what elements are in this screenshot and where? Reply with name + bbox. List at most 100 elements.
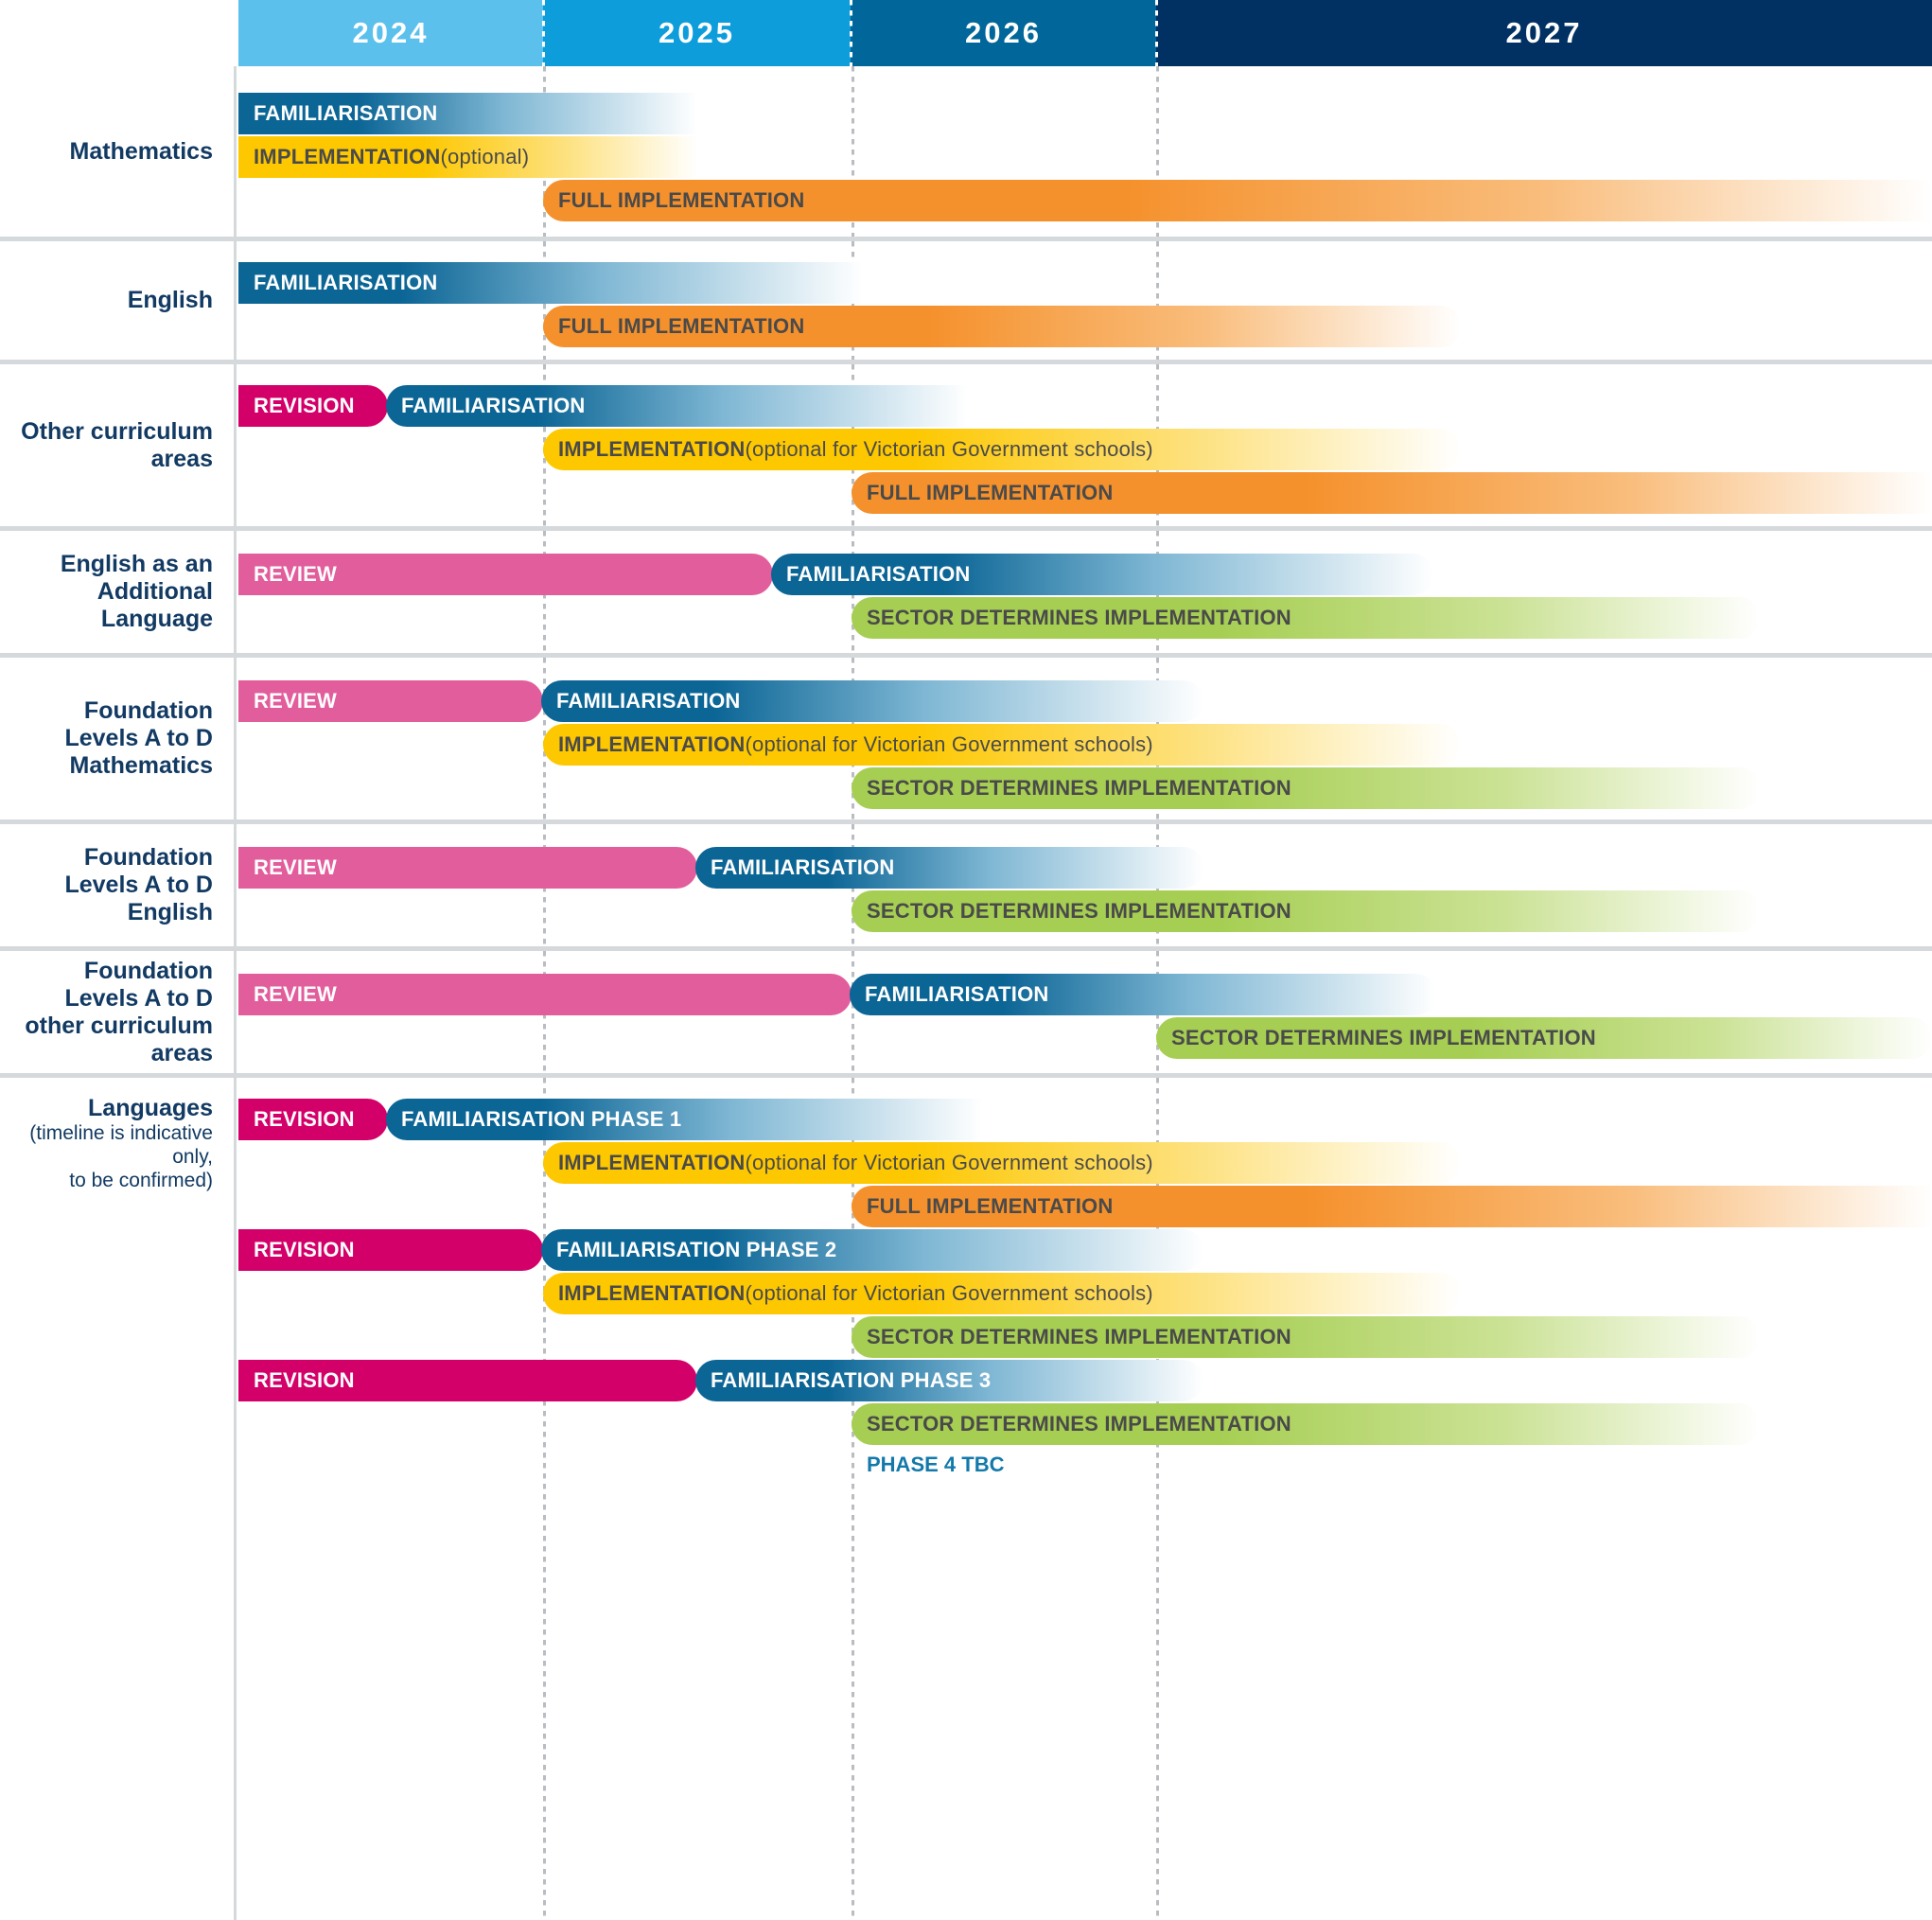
year-divider-header: [542, 0, 545, 66]
timeline-bar-label: FAMILIARISATION PHASE 1: [401, 1107, 682, 1131]
timeline-bar-label-note: (optional for Victorian Government schoo…: [745, 1281, 1153, 1305]
row-track: REVIEW FAMILIARISATION IMPLEMENTATION (opt…: [238, 658, 1932, 819]
timeline-bar-label: REVIEW: [254, 689, 337, 713]
timeline-row: Other curriculum areas REVISION FAMILIARIS…: [0, 360, 1932, 526]
row-label-subtitle: other curriculum areas: [25, 1012, 213, 1066]
row-label-subtitle: Mathematics: [69, 752, 213, 779]
timeline-bar-label: FAMILIARISATION: [401, 394, 586, 417]
timeline-bar-label: SECTOR DETERMINES IMPLEMENTATION: [1171, 1026, 1596, 1049]
row-label-title: English as an: [60, 551, 213, 577]
row-label-subtitle: Additional Language: [97, 578, 213, 632]
row-label-title: Foundation: [83, 957, 213, 984]
row-track: REVIEW FAMILIARISATION SECTOR DETERMINES I…: [238, 531, 1932, 653]
timeline-bar[interactable]: FAMILIARISATION: [541, 680, 1203, 722]
timeline-bar[interactable]: IMPLEMENTATION (optional): [238, 136, 697, 178]
row-label-title: Languages: [88, 1095, 213, 1121]
timeline-row: Mathematics FAMILIARISATION IMPLEMENTATION…: [0, 66, 1932, 237]
timeline-bar[interactable]: FULL IMPLEMENTATION: [852, 1186, 1932, 1227]
year-header-2024: 2024: [238, 0, 543, 66]
timeline-bar[interactable]: REVISION: [238, 1360, 697, 1401]
timeline-bar-label: REVISION: [254, 1107, 355, 1131]
timeline-bar[interactable]: REVIEW: [238, 847, 697, 889]
year-header-2027: 2027: [1156, 0, 1932, 66]
timeline-bar[interactable]: SECTOR DETERMINES IMPLEMENTATION: [852, 1316, 1760, 1358]
row-label: English: [0, 241, 237, 360]
timeline-bar[interactable]: SECTOR DETERMINES IMPLEMENTATION: [852, 597, 1760, 639]
year-header-label: 2024: [352, 16, 430, 49]
timeline-bar[interactable]: REVIEW: [238, 974, 852, 1015]
timeline-bar-label: IMPLEMENTATION: [254, 145, 441, 168]
timeline-bar-label: FULL IMPLEMENTATION: [867, 1194, 1114, 1218]
row-track: FAMILIARISATION IMPLEMENTATION (optional)…: [238, 66, 1932, 237]
timeline-bar[interactable]: SECTOR DETERMINES IMPLEMENTATION: [852, 767, 1760, 809]
timeline-bar[interactable]: FAMILIARISATION PHASE 2: [541, 1229, 1203, 1271]
timeline-bar[interactable]: REVIEW: [238, 680, 543, 722]
row-label-subtitle: English: [127, 899, 213, 925]
row-label-title: Foundation: [83, 697, 213, 724]
row-label-title: Foundation: [83, 844, 213, 871]
year-header-label: 2025: [659, 16, 735, 49]
timeline-bar-label: IMPLEMENTATION: [558, 437, 746, 461]
timeline-bar-label: SECTOR DETERMINES IMPLEMENTATION: [867, 1412, 1291, 1436]
timeline-bar[interactable]: FAMILIARISATION: [386, 385, 968, 427]
timeline-bar[interactable]: FULL IMPLEMENTATION: [543, 180, 1932, 221]
timeline-bar-label: FAMILIARISATION: [254, 271, 438, 294]
timeline-bar-label: REVIEW: [254, 562, 337, 586]
timeline-bar[interactable]: SECTOR DETERMINES IMPLEMENTATION: [1156, 1017, 1932, 1059]
timeline-bar[interactable]: IMPLEMENTATION (optional for Victorian G…: [543, 724, 1461, 766]
row-label-title: English: [127, 287, 213, 313]
row-label: Mathematics: [0, 66, 237, 237]
timeline-bar[interactable]: FAMILIARISATION: [771, 554, 1433, 595]
timeline-bar[interactable]: FAMILIARISATION PHASE 3: [695, 1360, 1203, 1401]
timeline-bar-label: FULL IMPLEMENTATION: [558, 188, 805, 212]
timeline-bar[interactable]: FULL IMPLEMENTATION: [543, 306, 1461, 347]
row-label-subtitle: Levels A to D: [64, 725, 213, 751]
timeline-bar[interactable]: REVIEW: [238, 554, 773, 595]
timeline-bar[interactable]: IMPLEMENTATION (optional for Victorian G…: [543, 1142, 1461, 1184]
timeline-bar-label: SECTOR DETERMINES IMPLEMENTATION: [867, 776, 1291, 800]
timeline-bar[interactable]: FULL IMPLEMENTATION: [852, 472, 1932, 514]
row-track: FAMILIARISATION FULL IMPLEMENTATION: [238, 241, 1932, 360]
timeline-bar[interactable]: SECTOR DETERMINES IMPLEMENTATION: [852, 1403, 1760, 1445]
row-label-subtitle: Levels A to D: [64, 872, 213, 898]
timeline-bar-label-note: (optional for Victorian Government schoo…: [745, 732, 1153, 756]
timeline-bar[interactable]: SECTOR DETERMINES IMPLEMENTATION: [852, 890, 1760, 932]
timeline-bar-label: IMPLEMENTATION: [558, 732, 746, 756]
year-header-row: 2024 2025 2026 2027: [0, 0, 1932, 66]
timeline-bar-label: REVISION: [254, 1368, 355, 1392]
year-divider-dotted: [852, 951, 854, 1073]
timeline-bar-label: SECTOR DETERMINES IMPLEMENTATION: [867, 606, 1291, 629]
row-label-title: Mathematics: [69, 137, 213, 165]
timeline-bar[interactable]: FAMILIARISATION: [695, 847, 1203, 889]
timeline-bar-label-note: (optional for Victorian Government schoo…: [745, 437, 1153, 461]
timeline-bar-label: FAMILIARISATION: [556, 689, 741, 713]
row-label: Foundation Levels A to Dother curriculum …: [0, 951, 237, 1073]
timeline-bar[interactable]: IMPLEMENTATION (optional for Victorian G…: [543, 1273, 1461, 1314]
timeline-bar[interactable]: FAMILIARISATION PHASE 1: [386, 1099, 982, 1140]
timeline-bar-label: IMPLEMENTATION: [558, 1281, 746, 1305]
timeline-bar[interactable]: REVISION: [238, 1099, 388, 1140]
timeline-bar-label: REVIEW: [254, 982, 337, 1006]
timeline-bar[interactable]: FAMILIARISATION: [850, 974, 1436, 1015]
row-label: English as an Additional Language: [0, 531, 237, 653]
timeline-bar[interactable]: IMPLEMENTATION (optional for Victorian G…: [543, 429, 1461, 470]
timeline-bar[interactable]: REVISION: [238, 1229, 543, 1271]
row-label-subtitle: to be confirmed): [69, 1169, 213, 1191]
timeline-bar[interactable]: FAMILIARISATION: [238, 262, 863, 304]
timeline-bar-label: FAMILIARISATION PHASE 3: [711, 1368, 992, 1392]
timeline-row: English FAMILIARISATION FULL IMPLEMENTATIO…: [0, 237, 1932, 360]
year-divider-header: [1155, 0, 1158, 66]
row-track: REVIEW FAMILIARISATION SECTOR DETERMINES I…: [238, 824, 1932, 946]
timeline-row: Languages (timeline is indicative only, to…: [0, 1073, 1932, 1920]
row-label-subtitle: (timeline is indicative only,: [29, 1122, 213, 1168]
timeline-bar-label: FULL IMPLEMENTATION: [867, 481, 1114, 504]
row-label: Foundation Levels A to D English: [0, 824, 237, 946]
row-label: Languages (timeline is indicative only, to…: [0, 1078, 237, 1920]
timeline-row: Foundation Levels A to D English REVIEW FAMI…: [0, 819, 1932, 946]
timeline-bar-label-note: (optional): [440, 145, 530, 168]
timeline-bar[interactable]: REVISION: [238, 385, 388, 427]
row-track: REVISION FAMILIARISATION PHASE 1 IMPLEMENT…: [238, 1078, 1932, 1920]
timeline-bar-label: FAMILIARISATION: [786, 562, 971, 586]
timeline-bar[interactable]: FAMILIARISATION: [238, 93, 697, 134]
timeline-row: Foundation Levels A to Dother curriculum …: [0, 946, 1932, 1073]
